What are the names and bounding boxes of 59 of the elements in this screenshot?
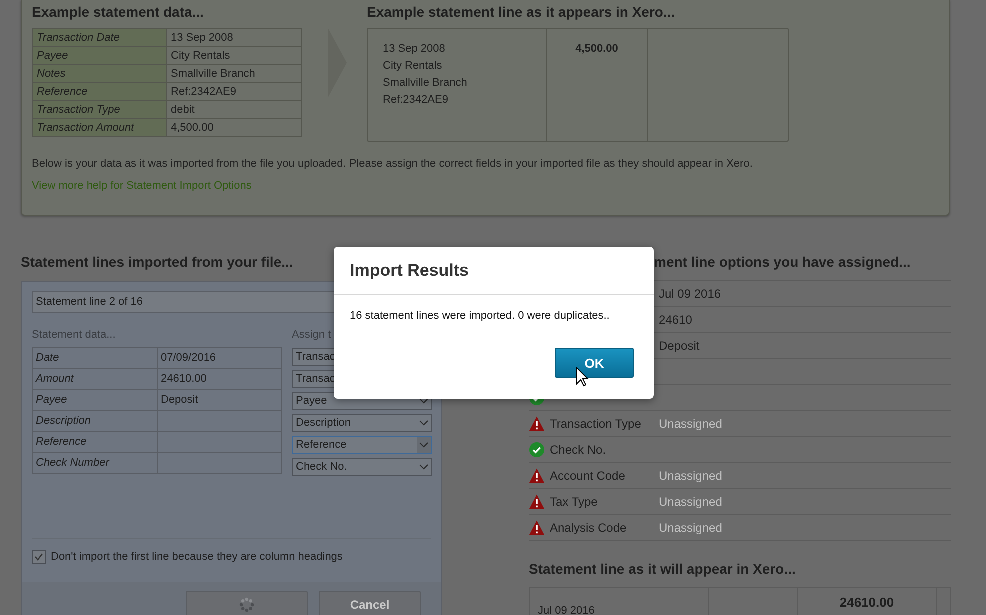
table-cell: 4,500.00: [166, 118, 302, 136]
option-label: Transaction Type: [550, 416, 642, 430]
option-value: Unassigned: [659, 416, 724, 430]
table-cell: debit: [166, 100, 302, 118]
option-value: Unassigned: [659, 520, 724, 534]
field-dropdown[interactable]: Description: [292, 414, 432, 432]
table-cell: 07/09/2016: [158, 348, 282, 368]
field-dropdown[interactable]: Check No.: [292, 458, 432, 476]
column-heading: Assign t: [292, 329, 332, 341]
table-cell: Date: [32, 348, 158, 368]
preview-text: 13 Sep 2008: [383, 43, 446, 55]
table-cell: Description: [32, 410, 158, 432]
option-label: Account Code: [550, 468, 626, 482]
instruction-text: Below is your data as it was imported from the file you uploaded. Please assign the correct fields in your imported file as they should appear in Xero.: [32, 158, 754, 170]
option-label: Analysis Code: [550, 520, 627, 534]
table-cell: Transaction Date: [32, 28, 166, 46]
table-cell: Ref:2342AE9: [166, 82, 302, 100]
date-text: Jul 09 2016: [537, 604, 596, 615]
field-dropdown[interactable]: Reference: [292, 436, 432, 454]
dialog-title: Import Results: [334, 247, 654, 295]
table-cell: Smallville Branch: [166, 64, 302, 82]
table-cell: Notes: [32, 64, 166, 82]
option-value: Unassigned: [659, 468, 724, 482]
table-cell: Reference: [32, 82, 166, 100]
pointer-cursor-icon: [576, 367, 589, 387]
amount-text: 4,500.00: [574, 43, 620, 55]
column-heading: Statement data...: [32, 329, 116, 341]
spinner-icon: [239, 597, 255, 613]
checkbox-label: Don't import the first line because they are column headings: [51, 551, 343, 563]
table-cell: Check Number: [32, 452, 158, 474]
option-value: Unassigned: [659, 494, 724, 508]
preview-text: City Rentals: [383, 60, 444, 72]
table-cell: Payee: [32, 46, 166, 64]
table-cell: Transaction Type: [32, 100, 166, 118]
checkbox[interactable]: [32, 550, 46, 564]
table-cell: Payee: [32, 390, 158, 410]
section-heading: Example statement line as it appears in Xero...: [367, 4, 676, 20]
loading-button[interactable]: [186, 591, 308, 615]
preview-text: Ref:2342AE9: [383, 94, 450, 106]
table-cell: 24610.00: [158, 368, 282, 390]
table-cell: Reference: [32, 432, 158, 452]
preview-text: Smallville Branch: [383, 77, 468, 89]
table-cell: 13 Sep 2008: [166, 28, 302, 46]
checkmark-icon: [34, 552, 44, 562]
option-label: Tax Type: [550, 494, 598, 508]
cancel-button[interactable]: Cancel: [319, 591, 421, 615]
table-cell: Transaction Amount: [32, 118, 166, 136]
option-label: Check No.: [550, 442, 606, 456]
option-value: Jul 09 2016: [659, 286, 722, 300]
option-value: 24610: [659, 312, 694, 326]
option-value: Deposit: [659, 338, 701, 352]
chevron-down-icon: [417, 437, 431, 453]
section-heading: Example statement data...: [32, 4, 205, 20]
table-cell: Deposit: [158, 390, 282, 410]
section-heading: ment line options you have assigned...: [653, 254, 912, 270]
section-heading: Statement line as it will appear in Xero...: [529, 561, 797, 577]
table-cell: City Rentals: [166, 46, 302, 64]
table-cell: Amount: [32, 368, 158, 390]
amount-text: 24610.00: [838, 595, 896, 610]
